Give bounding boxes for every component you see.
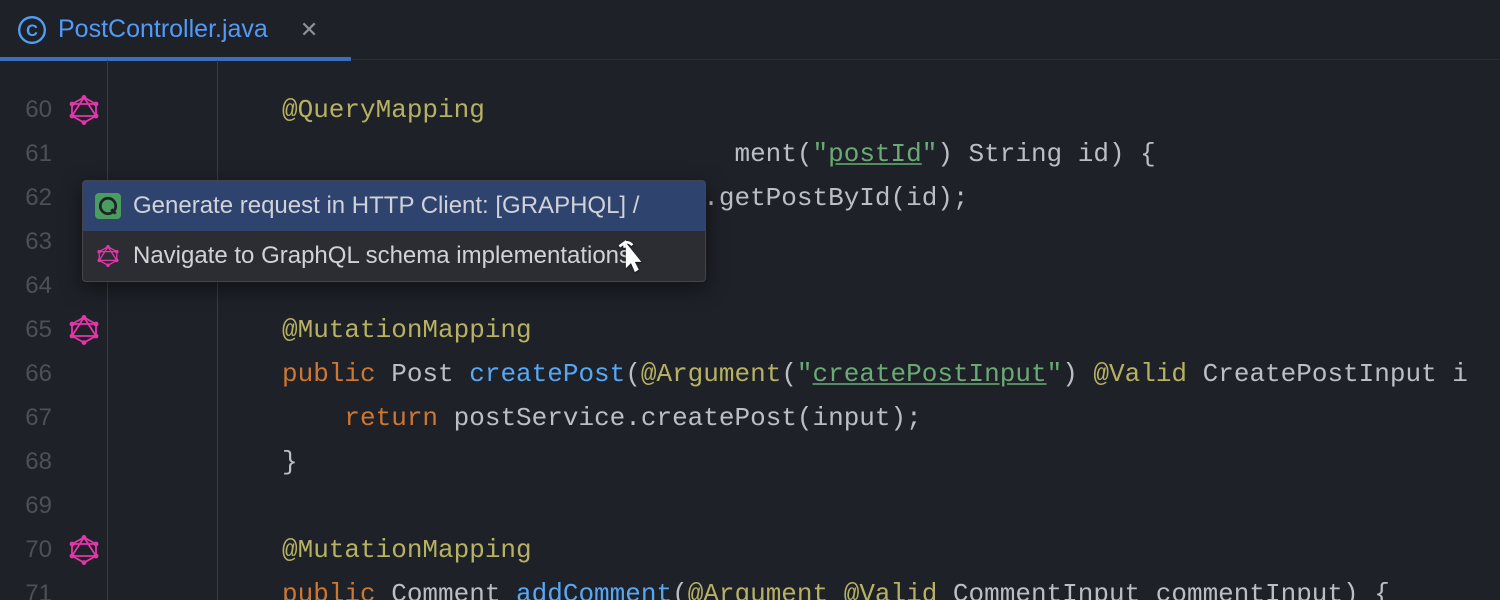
code-token: " (1047, 359, 1063, 389)
code-line[interactable]: @MutationMapping (218, 528, 1500, 572)
code-line[interactable]: public Post createPost(@Argument("create… (218, 352, 1500, 396)
editor-tab-postcontroller[interactable]: C PostController.java ✕ (18, 15, 318, 44)
popup-item-label: Generate request in HTTP Client: [GRAPHQ… (133, 192, 639, 220)
gutter-icon-slot (60, 572, 107, 600)
code-token: " (922, 139, 938, 169)
code-token: return (344, 403, 453, 433)
code-token: ) { (1343, 579, 1390, 600)
tab-bar: C PostController.java ✕ (0, 0, 1500, 60)
line-number: 69 (0, 484, 60, 528)
code-token: ) (1062, 359, 1093, 389)
gutter-icon-slot (60, 132, 107, 176)
line-number: 70 (0, 528, 60, 572)
code-token: postService.createPost(input); (454, 403, 922, 433)
line-number: 60 (0, 88, 60, 132)
close-icon[interactable]: ✕ (300, 17, 318, 43)
code-token: CommentInput (937, 579, 1155, 600)
code-token: " (797, 359, 813, 389)
code-token: @Argument @Valid (688, 579, 938, 600)
line-number: 71 (0, 572, 60, 600)
code-token: public (282, 359, 391, 389)
code-token: ( (672, 579, 688, 600)
gutter-icon-slot (60, 484, 107, 528)
graphql-gutter-icon[interactable] (60, 308, 107, 352)
code-line[interactable]: @MutationMapping (218, 308, 1500, 352)
code-token: CreatePostInput i (1187, 359, 1468, 389)
code-token: createPostInput (813, 359, 1047, 389)
code-line[interactable] (218, 484, 1500, 528)
gutter-icons (60, 60, 108, 600)
code-token: } (282, 447, 298, 477)
code-token: ( (781, 359, 797, 389)
code-token: Comment (391, 579, 516, 600)
code-token: @MutationMapping (282, 535, 532, 565)
graphql-gutter-icon[interactable] (60, 88, 107, 132)
code-token: public (282, 579, 391, 600)
line-number-gutter: 606162636465666768697071 (0, 60, 60, 600)
code-area[interactable]: @QueryMapping ment("postId") String id) … (218, 60, 1500, 600)
code-token: @QueryMapping (282, 95, 485, 125)
line-number: 62 (0, 176, 60, 220)
popup-item-label: Navigate to GraphQL schema implementatio… (133, 242, 631, 270)
graphql-gutter-icon[interactable] (60, 528, 107, 572)
code-token: " (813, 139, 829, 169)
code-line[interactable]: ment("postId") String id) { (218, 132, 1500, 176)
http-client-icon (95, 193, 121, 219)
code-token: @Valid (1093, 359, 1187, 389)
code-line[interactable]: return postService.createPost(input); (218, 396, 1500, 440)
gutter-action-popup: Generate request in HTTP Client: [GRAPHQ… (82, 180, 706, 282)
graphql-icon (95, 243, 121, 269)
code-token: ( (625, 359, 641, 389)
code-line[interactable]: @QueryMapping (218, 88, 1500, 132)
code-token: @MutationMapping (282, 315, 532, 345)
folding-gutter (108, 60, 218, 600)
gutter-icon-slot (60, 396, 107, 440)
code-token: ) String id) { (937, 139, 1155, 169)
code-token: createPost (469, 359, 625, 389)
code-line[interactable]: public Comment addComment(@Argument @Val… (218, 572, 1500, 600)
line-number: 65 (0, 308, 60, 352)
code-line[interactable]: } (218, 440, 1500, 484)
line-number: 64 (0, 264, 60, 308)
code-token: addComment (516, 579, 672, 600)
code-token: @Argument (641, 359, 781, 389)
line-number: 66 (0, 352, 60, 396)
line-number: 63 (0, 220, 60, 264)
code-token (282, 403, 344, 433)
gutter-icon-slot (60, 352, 107, 396)
svg-text:C: C (26, 21, 38, 39)
java-class-icon: C (18, 16, 46, 44)
tab-title: PostController.java (58, 15, 268, 44)
line-number: 68 (0, 440, 60, 484)
code-token: Post (391, 359, 469, 389)
popup-item[interactable]: Generate request in HTTP Client: [GRAPHQ… (83, 181, 705, 231)
popup-item[interactable]: Navigate to GraphQL schema implementatio… (83, 231, 705, 281)
line-number: 67 (0, 396, 60, 440)
gutter-icon-slot (60, 440, 107, 484)
code-editor[interactable]: 606162636465666768697071 @Query (0, 60, 1500, 600)
code-token: ment( (282, 139, 813, 169)
code-token: postId (828, 139, 922, 169)
line-number: 61 (0, 132, 60, 176)
code-token: commentInput (1156, 579, 1343, 600)
